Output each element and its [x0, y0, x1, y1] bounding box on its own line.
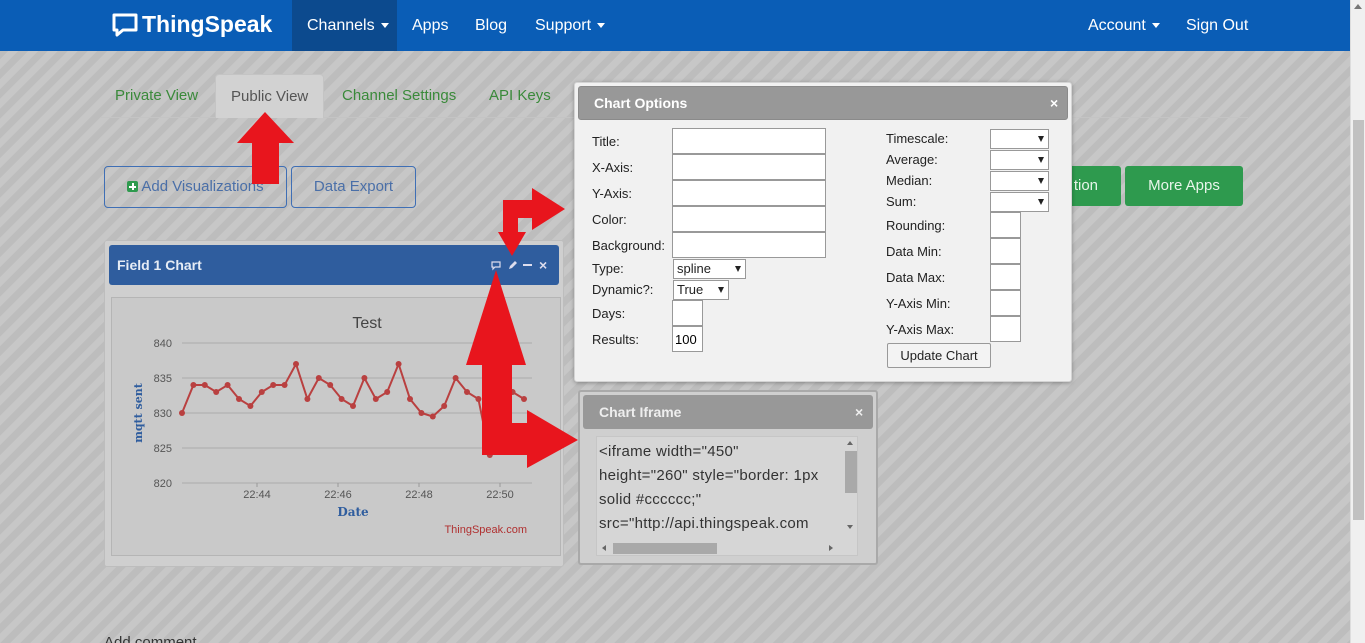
scroll-thumb[interactable]	[1353, 120, 1364, 520]
red-arrow-down-icon	[498, 222, 526, 256]
annotation-arrows	[237, 112, 578, 468]
scroll-up-arrow-icon[interactable]	[1354, 4, 1362, 9]
red-arrow-up-icon	[237, 112, 294, 184]
page-scrollbar[interactable]	[1350, 0, 1365, 643]
